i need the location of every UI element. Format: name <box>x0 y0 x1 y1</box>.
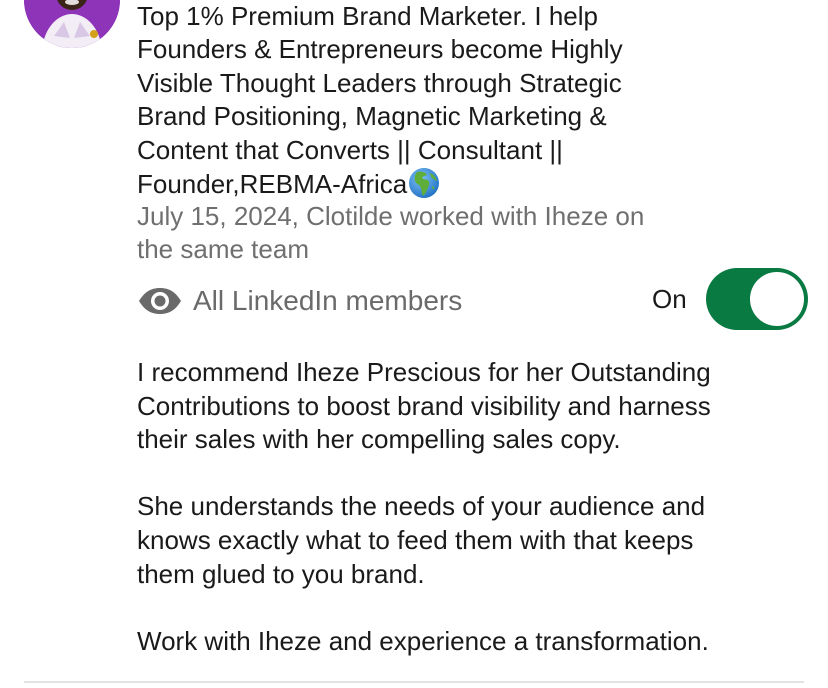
body-paragraph: She understands the needs of your audien… <box>137 490 807 591</box>
body-line: their sales with her compelling sales co… <box>137 424 621 455</box>
avatar-photo <box>24 0 120 48</box>
visibility-setting[interactable]: All LinkedIn members <box>137 282 462 320</box>
divider <box>24 681 804 683</box>
body-paragraph: I recommend Iheze Prescious for her Outs… <box>137 356 807 457</box>
recommender-headline: Top 1% Premium Brand Marketer. I help Fo… <box>137 0 757 201</box>
recommendation-body: I recommend Iheze Prescious for her Outs… <box>137 356 807 688</box>
toggle-state-label: On <box>652 284 687 314</box>
body-line: She understands the needs of your audien… <box>137 491 706 522</box>
body-line: knows exactly what to feed them with tha… <box>137 524 694 555</box>
globe-europe-africa-icon <box>409 168 440 199</box>
visibility-toggle[interactable] <box>706 268 808 330</box>
body-line: Contributions to boost brand visibility … <box>137 390 711 421</box>
toggle-knob <box>750 272 804 326</box>
body-line: I recommend Iheze Prescious for her Outs… <box>137 357 711 387</box>
recommendation-meta: July 15, 2024, Clotilde worked with Ihez… <box>137 200 757 267</box>
meta-line: the same team <box>137 234 309 265</box>
eye-icon <box>139 288 181 314</box>
body-paragraph: Work with Iheze and experience a transfo… <box>137 625 807 659</box>
recommender-avatar[interactable] <box>24 0 120 48</box>
meta-line: July 15, 2024, Clotilde worked with Ihez… <box>137 201 645 231</box>
headline-text: Founder,REBMA-Africa <box>137 169 408 200</box>
body-line: Work with Iheze and experience a transfo… <box>137 625 709 656</box>
headline-line: Founders & Entrepreneurs become Highly <box>137 34 623 65</box>
headline-line: Visible Thought Leaders through Strategi… <box>137 67 622 98</box>
headline-line-last: Founder,REBMA-Africa <box>137 167 757 201</box>
headline-line: Content that Converts || Consultant || <box>137 134 563 165</box>
body-line: them glued to you brand. <box>137 558 425 589</box>
recommendation-card: Top 1% Premium Brand Marketer. I help Fo… <box>0 0 828 688</box>
headline-line: Brand Positioning, Magnetic Marketing & <box>137 101 607 132</box>
headline-line: Top 1% Premium Brand Marketer. I help <box>137 1 598 31</box>
visibility-label: All LinkedIn members <box>193 285 463 316</box>
